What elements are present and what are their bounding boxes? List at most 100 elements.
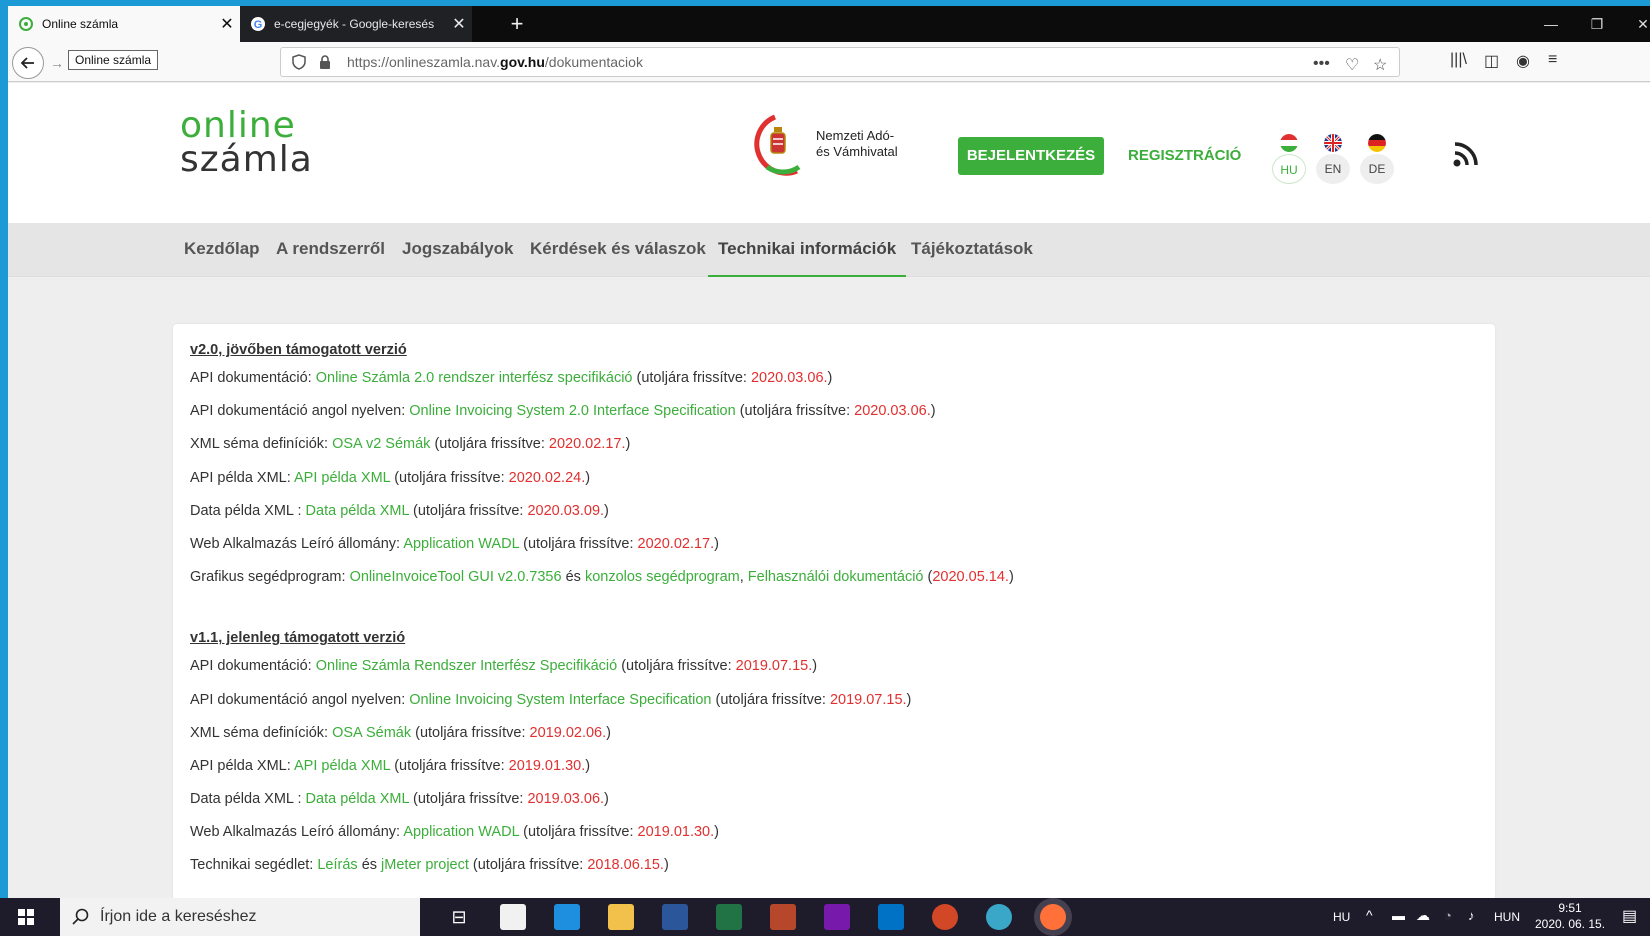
library-icon[interactable]: |||\ [1450, 51, 1467, 69]
hungarian-flag-icon [1280, 134, 1298, 152]
start-button[interactable] [0, 898, 52, 936]
doc-link[interactable]: Online Invoicing System Interface Specif… [409, 692, 711, 708]
row-label: XML séma definíciók: [190, 436, 333, 453]
nav-item-a-rendszerrol[interactable]: A rendszerről [266, 223, 395, 277]
nav-item-kezdolap[interactable]: Kezdőlap [174, 223, 270, 277]
doc-link[interactable]: API példa XML [294, 470, 390, 486]
rss-icon[interactable] [1453, 141, 1479, 167]
battery-icon[interactable]: ▬ [1392, 908, 1405, 923]
outlook-icon[interactable] [878, 904, 904, 930]
nav-coat-of-arms-icon[interactable] [753, 113, 805, 177]
online-szamla-logo[interactable]: online számla [180, 108, 313, 178]
row-updated-label: (utoljára frissítve: [519, 824, 638, 841]
nav-item-technikai-informaciok[interactable]: Technikai információk [708, 223, 907, 277]
row-label: API dokumentáció angol nyelven: [190, 403, 410, 420]
tab-strip: Online számla ✕ G e-cegjegyék - Google-k… [8, 6, 1650, 42]
doc-link[interactable]: Online Számla Rendszer Interfész Specifi… [316, 658, 617, 674]
gui-tool-link[interactable]: OnlineInvoiceTool GUI v2.0.7356 [350, 569, 562, 585]
doc-link[interactable]: OSA Sémák [332, 725, 411, 741]
forward-arrow-icon[interactable]: → [50, 55, 64, 71]
menu-icon[interactable]: ≡ [1548, 51, 1557, 69]
shield-icon[interactable] [291, 54, 307, 70]
row-conjunction: és [561, 569, 585, 586]
volume-icon[interactable]: ♪ [1468, 908, 1475, 923]
new-tab-button[interactable]: + [504, 10, 530, 38]
doc-link[interactable]: OSA v2 Sémák [332, 436, 430, 452]
description-link[interactable]: Leírás [317, 857, 357, 873]
close-tab-icon[interactable]: ✕ [214, 14, 240, 34]
pocket-icon[interactable]: ♡ [1345, 55, 1359, 75]
doc-row: API példa XML: API példa XML (utoljára f… [190, 750, 1495, 783]
doc-link[interactable]: Online Invoicing System 2.0 Interface Sp… [409, 403, 735, 419]
jmeter-project-link[interactable]: jMeter project [381, 857, 469, 873]
language-en[interactable]: EN [1316, 134, 1350, 184]
doc-row: API dokumentáció angol nyelven: Online I… [190, 395, 1495, 428]
chevron-up-icon[interactable]: ^ [1366, 907, 1373, 923]
address-bar[interactable]: https://onlineszamla.nav.gov.hu/dokument… [280, 47, 1400, 77]
authority-name: Nemzeti Adó- és Vámhivatal [816, 128, 898, 160]
file-explorer-icon[interactable] [608, 904, 634, 930]
store-icon[interactable] [500, 904, 526, 930]
nav-item-tajekoztatasok[interactable]: Tájékoztatások [901, 223, 1043, 277]
register-link[interactable]: REGISZTRÁCIÓ [1128, 147, 1241, 164]
row-separator: , [739, 569, 748, 586]
task-view-icon[interactable]: ⊟ [446, 904, 472, 930]
firefox-icon[interactable] [1040, 904, 1066, 930]
powerpoint-icon[interactable] [932, 904, 958, 930]
nav-item-jogszabalyok[interactable]: Jogszabályok [392, 223, 524, 277]
row-suffix: ) [604, 502, 609, 519]
row-label: API példa XML: [190, 469, 294, 486]
notifications-icon[interactable]: ▤ [1622, 906, 1637, 926]
minimize-icon[interactable]: — [1528, 6, 1574, 42]
tab-online-szamla[interactable]: Online számla ✕ [8, 6, 240, 42]
row-label: API példa XML: [190, 757, 294, 774]
access-icon[interactable] [770, 904, 796, 930]
doc-link[interactable]: API példa XML [294, 758, 390, 774]
row-updated-label: (utoljára frissítve: [735, 403, 855, 420]
user-docs-link[interactable]: Felhasználói dokumentáció [748, 569, 924, 585]
clock-date: 2020. 06. 15. [1534, 917, 1606, 931]
nav-item-kerdesek-es-valaszok[interactable]: Kérdések és válaszok [520, 223, 716, 277]
lock-icon[interactable] [317, 54, 333, 70]
language-hu[interactable]: HU [1272, 134, 1306, 184]
doc-link[interactable]: Data példa XML [306, 791, 409, 807]
tech-row: Technikai segédlet: Leírás és jMeter pro… [190, 849, 1495, 882]
language-code: EN [1316, 154, 1350, 184]
doc-link[interactable]: Online Számla 2.0 rendszer interfész spe… [316, 370, 633, 386]
url-text: https://onlineszamla.nav.gov.hu/dokument… [347, 54, 643, 70]
console-tool-link[interactable]: konzolos segédprogram [585, 569, 740, 585]
close-tab-icon[interactable]: ✕ [446, 14, 472, 34]
close-window-icon[interactable]: ✕ [1620, 6, 1650, 42]
more-actions-icon[interactable]: ••• [1313, 55, 1330, 73]
account-icon[interactable]: ◉ [1516, 51, 1530, 71]
wifi-icon[interactable]: ◔ [1444, 908, 1452, 923]
back-button[interactable] [12, 47, 44, 79]
login-button[interactable]: BEJELENTKEZÉS [958, 137, 1104, 175]
tab-google-search[interactable]: G e-cegjegyék - Google-keresés ✕ [240, 6, 472, 42]
input-language[interactable]: HU [1333, 910, 1350, 924]
taskbar-search[interactable]: Írjon ide a kereséshez [60, 898, 420, 936]
row-updated-label: (utoljára frissítve: [408, 791, 528, 808]
clock[interactable]: 9:51 2020. 06. 15. [1534, 900, 1606, 932]
row-date: 2020.03.06. [854, 403, 931, 420]
edge-icon[interactable] [554, 904, 580, 930]
onedrive-icon[interactable]: ☁ [1416, 907, 1430, 924]
word-icon[interactable] [662, 904, 688, 930]
row-updated-label: (utoljára frissítve: [408, 502, 528, 519]
url-prefix: https://onlineszamla.nav. [347, 54, 501, 70]
keyboard-layout[interactable]: HUN [1494, 910, 1520, 924]
doc-link[interactable]: Data példa XML [306, 503, 409, 519]
photos-icon[interactable] [986, 904, 1012, 930]
row-label: XML séma definíciók: [190, 724, 333, 741]
section-title-v2: v2.0, jövőben támogatott verzió [190, 342, 407, 358]
onenote-icon[interactable] [824, 904, 850, 930]
doc-link[interactable]: Application WADL [403, 824, 519, 840]
search-placeholder: Írjon ide a kereséshez [100, 908, 257, 925]
doc-link[interactable]: Application WADL [403, 536, 519, 552]
sidebar-icon[interactable]: ◫ [1484, 51, 1499, 71]
language-de[interactable]: DE [1360, 134, 1394, 184]
doc-row: Web Alkalmazás Leíró állomány: Applicati… [190, 528, 1495, 561]
restore-icon[interactable]: ❐ [1574, 6, 1620, 42]
excel-icon[interactable] [716, 904, 742, 930]
bookmark-star-icon[interactable]: ☆ [1373, 55, 1387, 75]
